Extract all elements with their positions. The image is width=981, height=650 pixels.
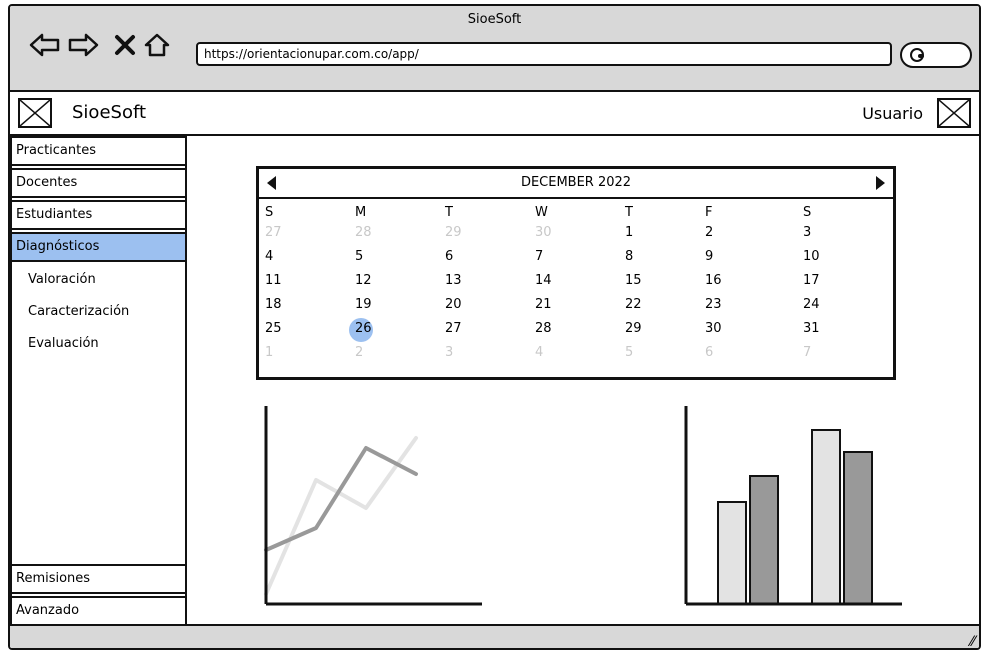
calendar-weekday: F (705, 205, 713, 220)
resize-grip-icon[interactable]: ⁄⁄ (970, 634, 975, 648)
calendar-header: DECEMBER 2022 (259, 169, 893, 199)
stop-icon[interactable] (108, 28, 142, 62)
calendar-day[interactable]: 22 (625, 297, 665, 312)
browser-search-button[interactable] (900, 42, 972, 68)
calendar-day[interactable]: 4 (265, 249, 305, 264)
calendar-day[interactable]: 31 (803, 321, 843, 336)
sidebar-item-estudiantes[interactable]: Estudiantes (10, 200, 187, 230)
sidebar-subitem-evaluacion[interactable]: Evaluación (28, 336, 99, 351)
bar-1-0 (811, 429, 841, 605)
logo-image-placeholder (18, 98, 52, 128)
calendar-day[interactable]: 2 (355, 345, 395, 360)
calendar-day[interactable]: 17 (803, 273, 843, 288)
calendar-day[interactable]: 27 (265, 225, 305, 240)
back-arrow-icon[interactable] (28, 28, 62, 62)
status-bar: ⁄⁄ (10, 624, 979, 648)
calendar-month-label: DECEMBER 2022 (520, 175, 632, 190)
calendar-day[interactable]: 5 (355, 249, 395, 264)
bar-0-1 (749, 475, 779, 605)
calendar-day[interactable]: 9 (705, 249, 745, 264)
sidebar-subitem-caracterizacion[interactable]: Caracterización (28, 304, 129, 319)
calendar-day[interactable]: 28 (355, 225, 395, 240)
calendar-day[interactable]: 28 (535, 321, 575, 336)
sidebar: Practicantes Docentes Estudiantes Diagnó… (10, 136, 188, 626)
calendar-day[interactable]: 30 (705, 321, 745, 336)
calendar-day[interactable]: 13 (445, 273, 485, 288)
next-month-icon[interactable] (876, 176, 885, 190)
calendar-day[interactable]: 3 (803, 225, 843, 240)
app-header: SioeSoft Usuario (10, 92, 979, 136)
calendar-day-selected[interactable]: 26 (349, 318, 395, 342)
forward-arrow-icon[interactable] (66, 28, 100, 62)
calendar-day[interactable]: 19 (355, 297, 395, 312)
calendar-day[interactable]: 27 (445, 321, 485, 336)
calendar-weekday: S (265, 205, 274, 220)
calendar-day[interactable]: 6 (705, 345, 745, 360)
line-series-1 (264, 446, 418, 552)
calendar-day[interactable]: 29 (625, 321, 665, 336)
sidebar-item-practicantes[interactable]: Practicantes (10, 136, 187, 166)
calendar-day[interactable]: 7 (803, 345, 843, 360)
sidebar-item-docentes[interactable]: Docentes (10, 168, 187, 198)
calendar-day[interactable]: 23 (705, 297, 745, 312)
calendar-weekday: T (625, 205, 633, 220)
calendar-weekday: S (803, 205, 812, 220)
calendar-day[interactable]: 14 (535, 273, 575, 288)
search-icon (910, 48, 924, 62)
calendar-day[interactable]: 1 (625, 225, 665, 240)
sidebar-item-diagnosticos[interactable]: Diagnósticos (10, 232, 187, 262)
bar-chart (684, 406, 902, 606)
calendar-weekday: W (535, 205, 548, 220)
calendar-weekday: M (355, 205, 367, 220)
calendar-day[interactable]: 12 (355, 273, 395, 288)
brand-name: SioeSoft (72, 102, 147, 123)
browser-chrome: SioeSoft https://orientacionupar.com.co/… (10, 6, 979, 92)
calendar-day[interactable]: 8 (625, 249, 665, 264)
calendar-day[interactable]: 3 (445, 345, 485, 360)
calendar-day[interactable]: 21 (535, 297, 575, 312)
bar-0-0 (717, 501, 747, 605)
calendar-day[interactable]: 6 (445, 249, 485, 264)
calendar-day[interactable]: 1 (265, 345, 305, 360)
user-menu-label[interactable]: Usuario (862, 104, 923, 123)
calendar-day[interactable]: 25 (265, 321, 305, 336)
calendar-day[interactable]: 7 (535, 249, 575, 264)
calendar-day[interactable]: 15 (625, 273, 665, 288)
browser-window: SioeSoft https://orientacionupar.com.co/… (8, 4, 981, 650)
calendar-day[interactable]: 16 (705, 273, 745, 288)
home-icon[interactable] (140, 28, 174, 62)
window-title: SioeSoft (467, 12, 522, 27)
sidebar-item-remisiones[interactable]: Remisiones (10, 564, 187, 594)
calendar: DECEMBER 2022 S M T W T F S 27 28 29 30 1 2 3 4 5 6 7 8 9 10… (256, 166, 896, 380)
calendar-day[interactable]: 4 (535, 345, 575, 360)
calendar-day[interactable]: 10 (803, 249, 843, 264)
user-avatar-placeholder[interactable] (937, 98, 971, 128)
calendar-day[interactable]: 18 (265, 297, 305, 312)
calendar-day[interactable]: 5 (625, 345, 665, 360)
calendar-day[interactable]: 30 (535, 225, 575, 240)
sidebar-subitem-valoracion[interactable]: Valoración (28, 272, 96, 287)
calendar-weekday: T (445, 205, 453, 220)
calendar-day[interactable]: 24 (803, 297, 843, 312)
address-bar[interactable]: https://orientacionupar.com.co/app/ (196, 42, 892, 66)
calendar-day[interactable]: 11 (265, 273, 305, 288)
calendar-day[interactable]: 29 (445, 225, 485, 240)
calendar-day[interactable]: 2 (705, 225, 745, 240)
calendar-day[interactable]: 20 (445, 297, 485, 312)
bar-1-1 (843, 451, 873, 605)
sidebar-item-avanzado[interactable]: Avanzado (10, 596, 187, 626)
line-chart (264, 406, 482, 606)
